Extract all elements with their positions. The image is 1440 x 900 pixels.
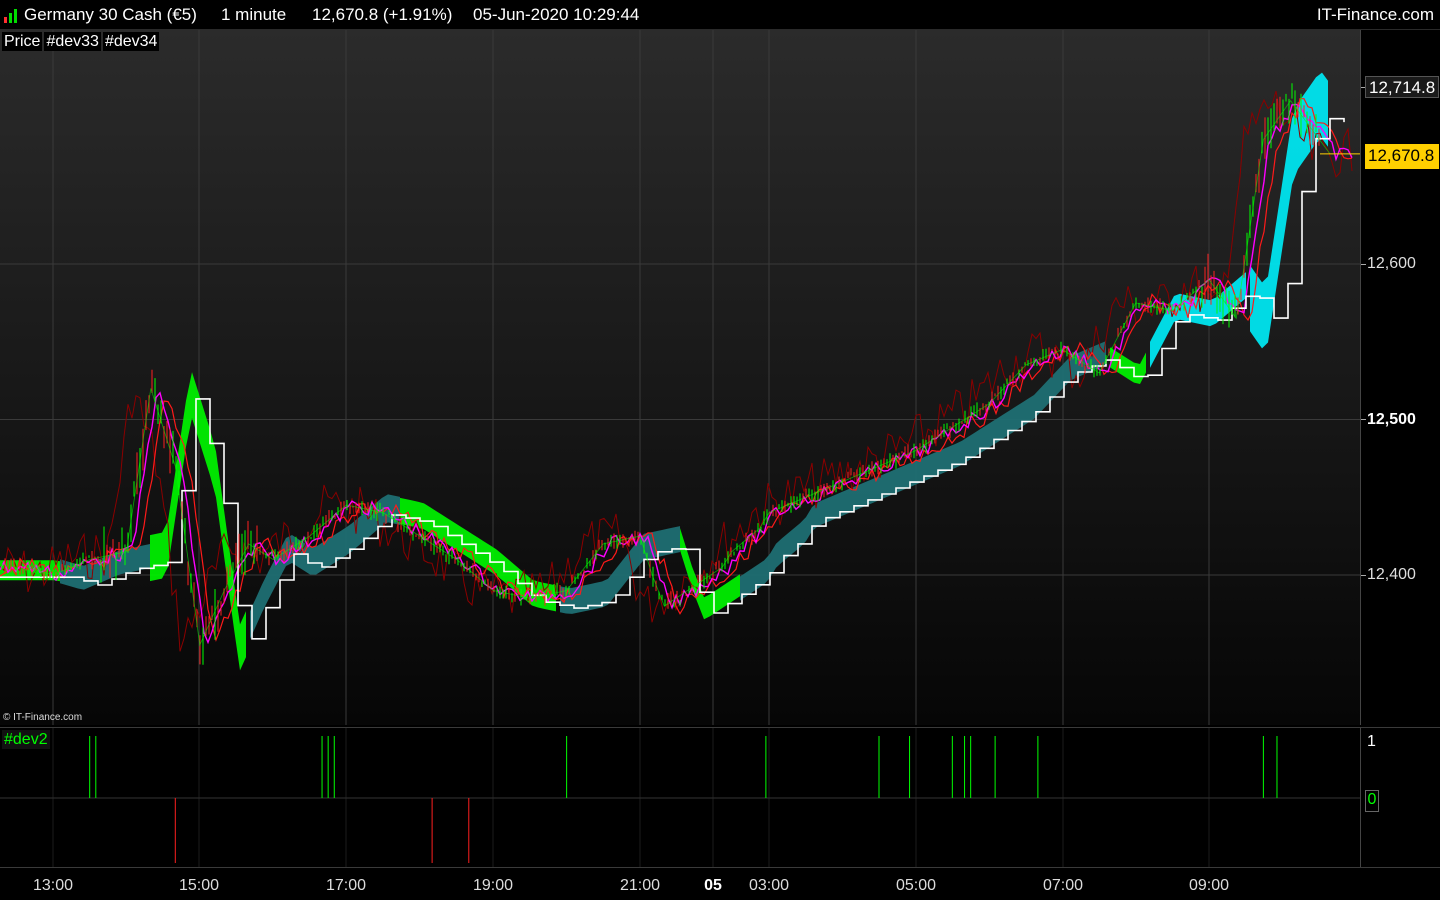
price-label-12600: 12,600 bbox=[1367, 255, 1416, 272]
brand-name[interactable]: IT-Finance.com bbox=[1317, 5, 1434, 25]
time-label: 03:00 bbox=[748, 877, 790, 894]
price-legend: Price #dev33 #dev34 bbox=[2, 32, 160, 51]
day-label: 05 bbox=[704, 877, 722, 894]
cloud-segment-green bbox=[1110, 347, 1146, 384]
time-label: 07:00 bbox=[1042, 877, 1084, 894]
time-label: 21:00 bbox=[619, 877, 661, 894]
cloud-segment-green bbox=[150, 372, 246, 671]
time-label: 09:00 bbox=[1188, 877, 1230, 894]
dev2-axis[interactable]: 1 0 bbox=[1360, 727, 1440, 867]
legend-price[interactable]: Price bbox=[2, 32, 43, 51]
price-tick bbox=[1361, 419, 1366, 420]
instrument-name: Germany 30 Cash (€5) bbox=[24, 5, 197, 24]
dev2-panel[interactable]: #dev2 bbox=[0, 727, 1360, 868]
time-label: 05:00 bbox=[895, 877, 937, 894]
time-label: 17:00 bbox=[325, 877, 367, 894]
price-tick bbox=[1361, 575, 1366, 576]
time-label: 13:00 bbox=[32, 877, 74, 894]
price-tick bbox=[1361, 264, 1366, 265]
last-price-label: 12,670.8 bbox=[1365, 144, 1439, 169]
legend-dev34[interactable]: #dev34 bbox=[102, 32, 160, 51]
title-bar: Germany 30 Cash (€5) 1 minute 12,670.8 (… bbox=[0, 0, 1440, 30]
bar-chart-logo-icon bbox=[4, 9, 18, 23]
kijun-line bbox=[0, 98, 1353, 642]
high-price-label: 12,714.8 bbox=[1365, 76, 1439, 98]
price-label-12500: 12,500 bbox=[1367, 411, 1416, 428]
price-change: 12,670.8 (+1.91%) bbox=[312, 5, 453, 24]
time-axis[interactable]: 13:00 15:00 17:00 19:00 21:00 05 03:00 0… bbox=[0, 867, 1440, 900]
legend-dev2[interactable]: #dev2 bbox=[2, 730, 50, 749]
dev2-label-1: 1 bbox=[1367, 733, 1376, 750]
cloud-segment-teal bbox=[740, 341, 1106, 601]
dev2-chart-svg[interactable] bbox=[0, 728, 1360, 868]
timestamp: 05-Jun-2020 10:29:44 bbox=[473, 5, 640, 24]
price-chart-svg[interactable] bbox=[0, 30, 1360, 725]
time-label: 15:00 bbox=[178, 877, 220, 894]
time-label: 19:00 bbox=[472, 877, 514, 894]
price-axis[interactable]: 12,714.8 12,670.8 12,600 12,500 12,400 bbox=[1360, 30, 1440, 725]
price-panel[interactable]: Price #dev33 #dev34 © IT-Finance.com bbox=[0, 30, 1360, 725]
legend-dev33[interactable]: #dev33 bbox=[44, 32, 101, 51]
timeframe[interactable]: 1 minute bbox=[221, 5, 286, 25]
price-label-12400: 12,400 bbox=[1367, 566, 1416, 583]
watermark: © IT-Finance.com bbox=[3, 712, 83, 723]
dev2-label-0: 0 bbox=[1365, 790, 1379, 812]
